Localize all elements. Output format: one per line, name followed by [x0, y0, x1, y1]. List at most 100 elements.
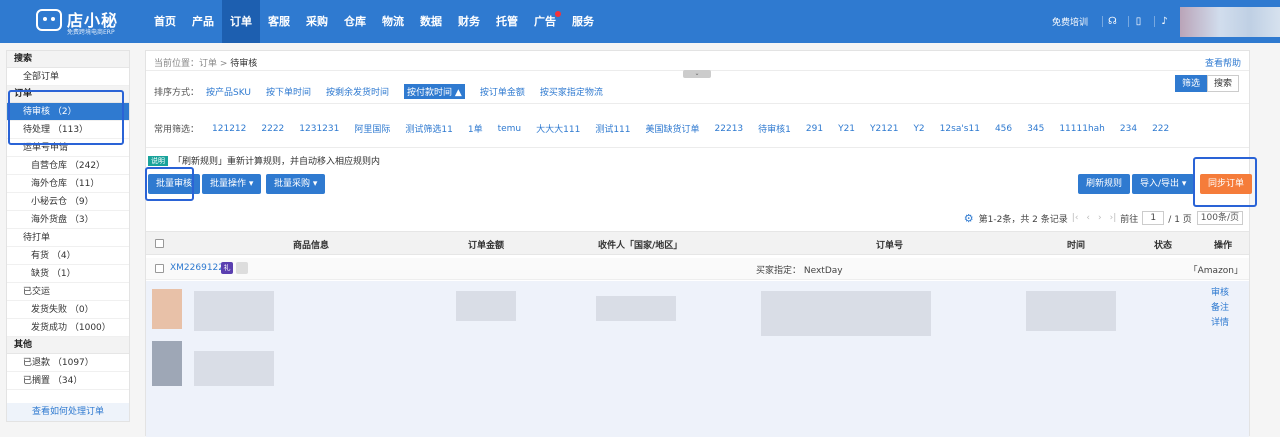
headset-icon[interactable]: ☊ [1102, 16, 1122, 27]
settings-gear-icon[interactable]: ⚙ [964, 212, 974, 225]
product-image [152, 289, 182, 329]
order-detail-blurred: 审核 备注 详情 [146, 281, 1249, 437]
common-filter[interactable]: Y2 [913, 124, 924, 134]
redacted-content [761, 291, 931, 336]
import-export-button[interactable]: 导入/导出 ▾ [1132, 174, 1195, 194]
nav-service[interactable]: 客服 [260, 0, 298, 43]
sidebar-section-search: 搜索 [7, 51, 129, 68]
sort-by-pay-time[interactable]: 按付款时间 ▲ [404, 84, 465, 99]
nav-warehouse[interactable]: 仓库 [336, 0, 374, 43]
logo[interactable]: 店小秘 免费跨境电商ERP [36, 6, 141, 36]
sidebar-item-ship-success[interactable]: 发货成功 （1000） [7, 319, 129, 337]
filter-button[interactable]: 筛选 [1174, 75, 1207, 92]
common-filter[interactable]: 1231231 [299, 124, 339, 134]
common-filter[interactable]: 222 [1152, 124, 1169, 134]
common-filter[interactable]: 待审核1 [758, 122, 791, 135]
how-to-process-orders-link[interactable]: 查看如何处理订单 [7, 403, 129, 421]
sidebar-item-overseas-goods[interactable]: 海外货盘 （3） [7, 211, 129, 229]
collapse-toggle-icon[interactable]: ⌄ [683, 70, 711, 78]
sidebar-item-own-warehouse[interactable]: 自营仓库 （242） [7, 157, 129, 175]
nav-orders[interactable]: 订单 [222, 0, 260, 43]
sidebar-item-shelved[interactable]: 已搁置 （34） [7, 372, 129, 390]
batch-operations-button[interactable]: 批量操作 ▾ [202, 174, 262, 194]
nav-data[interactable]: 数据 [412, 0, 450, 43]
page-number-input[interactable]: 1 [1142, 211, 1165, 225]
redacted-content [456, 291, 516, 321]
nav-services[interactable]: 服务 [564, 0, 602, 43]
tag-badge [236, 262, 248, 274]
nav-ads[interactable]: 广告 [526, 0, 564, 43]
sort-by-remaining-time[interactable]: 按剩余发货时间 [326, 85, 389, 98]
sidebar-item-shipped[interactable]: 已交运 [7, 283, 129, 301]
order-number-link[interactable]: XM2269122 [170, 263, 224, 273]
common-filter[interactable]: 阿里国际 [354, 122, 390, 135]
common-filter[interactable]: 测试111 [595, 122, 630, 135]
common-filter[interactable]: 234 [1120, 124, 1137, 134]
last-page-icon[interactable]: ›| [1110, 213, 1117, 223]
robot-logo-icon [36, 9, 62, 31]
view-help-link[interactable]: 查看帮助 [1205, 56, 1241, 69]
sidebar-item-in-stock[interactable]: 有货 （4） [7, 247, 129, 265]
sidebar-item-refunded[interactable]: 已退款 （1097） [7, 354, 129, 372]
prev-page-icon[interactable]: ‹ [1086, 213, 1090, 223]
highlight-box-sidebar [8, 90, 124, 145]
common-filter[interactable]: 12sa's11 [940, 124, 980, 134]
sort-row: 排序方式： 按产品SKU 按下单时间 按剩余发货时间 按付款时间 ▲ 按订单金额… [154, 84, 618, 99]
order-row-header: XM2269122 礼 买家指定： NextDay 「Amazon」 [146, 258, 1249, 280]
main-nav: 首页 产品 订单 客服 采购 仓库 物流 数据 财务 托管 广告 服务 [146, 0, 602, 43]
sidebar-item-overseas-warehouse[interactable]: 海外仓库 （11） [7, 175, 129, 193]
nav-products[interactable]: 产品 [184, 0, 222, 43]
order-checkbox[interactable] [155, 264, 164, 273]
approve-link[interactable]: 审核 [1211, 286, 1229, 301]
common-filter[interactable]: 测试筛选11 [405, 122, 452, 135]
refresh-rules-button[interactable]: 刷新规则 [1078, 174, 1131, 194]
nav-hosting[interactable]: 托管 [488, 0, 526, 43]
rule-note: 说明 「刷新规则」重新计算规则，并自动移入相应规则内 [148, 154, 380, 167]
nav-logistics[interactable]: 物流 [374, 0, 412, 43]
book-icon[interactable]: ▯ [1128, 16, 1148, 27]
batch-purchase-button[interactable]: 批量采购 ▾ [266, 174, 326, 194]
next-page-icon[interactable]: › [1098, 213, 1102, 223]
sidebar-item-all-orders[interactable]: 全部订单 [7, 68, 129, 86]
sidebar-item-xm-cloud[interactable]: 小秘云仓 （9） [7, 193, 129, 211]
common-filter[interactable]: 美国缺货订单 [646, 122, 700, 135]
nav-purchase[interactable]: 采购 [298, 0, 336, 43]
common-filter[interactable]: 2222 [261, 124, 284, 134]
sidebar-item-out-of-stock[interactable]: 缺货 （1） [7, 265, 129, 283]
common-filter[interactable]: temu [498, 124, 522, 134]
sidebar-item-to-print[interactable]: 待打单 [7, 229, 129, 247]
common-filter[interactable]: 121212 [212, 124, 246, 134]
sidebar-item-ship-failed[interactable]: 发货失败 （0） [7, 301, 129, 319]
common-filter[interactable]: 291 [806, 124, 823, 134]
common-filter[interactable]: 345 [1027, 124, 1044, 134]
sort-by-order-time[interactable]: 按下单时间 [266, 85, 311, 98]
divider [146, 147, 1249, 148]
sort-by-buyer-logistics[interactable]: 按买家指定物流 [540, 85, 603, 98]
shop-name: 「Amazon」 [1188, 266, 1243, 276]
search-button[interactable]: 搜索 [1206, 75, 1239, 92]
user-avatar[interactable] [1180, 6, 1280, 37]
common-filter[interactable]: 456 [995, 124, 1012, 134]
common-filter[interactable]: Y2121 [870, 124, 898, 134]
common-filter[interactable]: 大大大111 [536, 122, 580, 135]
table-header: 商品信息 订单金额 收件人「国家/地区」 订单号 时间 状态 操作 [146, 231, 1249, 255]
sidebar-section-other: 其他 [7, 337, 129, 354]
highlight-box-sync [1193, 157, 1257, 207]
common-filter[interactable]: 1单 [468, 122, 483, 135]
bell-icon[interactable]: ♪ [1154, 16, 1174, 27]
detail-link[interactable]: 详情 [1211, 316, 1229, 331]
note-link[interactable]: 备注 [1211, 301, 1229, 316]
common-filter[interactable]: 22213 [715, 124, 744, 134]
breadcrumb-orders[interactable]: 订单 [199, 59, 217, 69]
page-size-select[interactable]: 100条/页 [1196, 211, 1243, 225]
nav-finance[interactable]: 财务 [450, 0, 488, 43]
note-tag: 说明 [148, 155, 168, 166]
free-training-link[interactable]: 免费培训 [1052, 15, 1088, 28]
first-page-icon[interactable]: |‹ [1072, 213, 1079, 223]
common-filter[interactable]: Y21 [838, 124, 855, 134]
sort-by-amount[interactable]: 按订单金额 [480, 85, 525, 98]
common-filter[interactable]: 11111hah [1059, 124, 1105, 134]
select-all-checkbox[interactable] [155, 239, 164, 248]
nav-home[interactable]: 首页 [146, 0, 184, 43]
sort-by-sku[interactable]: 按产品SKU [206, 85, 251, 98]
